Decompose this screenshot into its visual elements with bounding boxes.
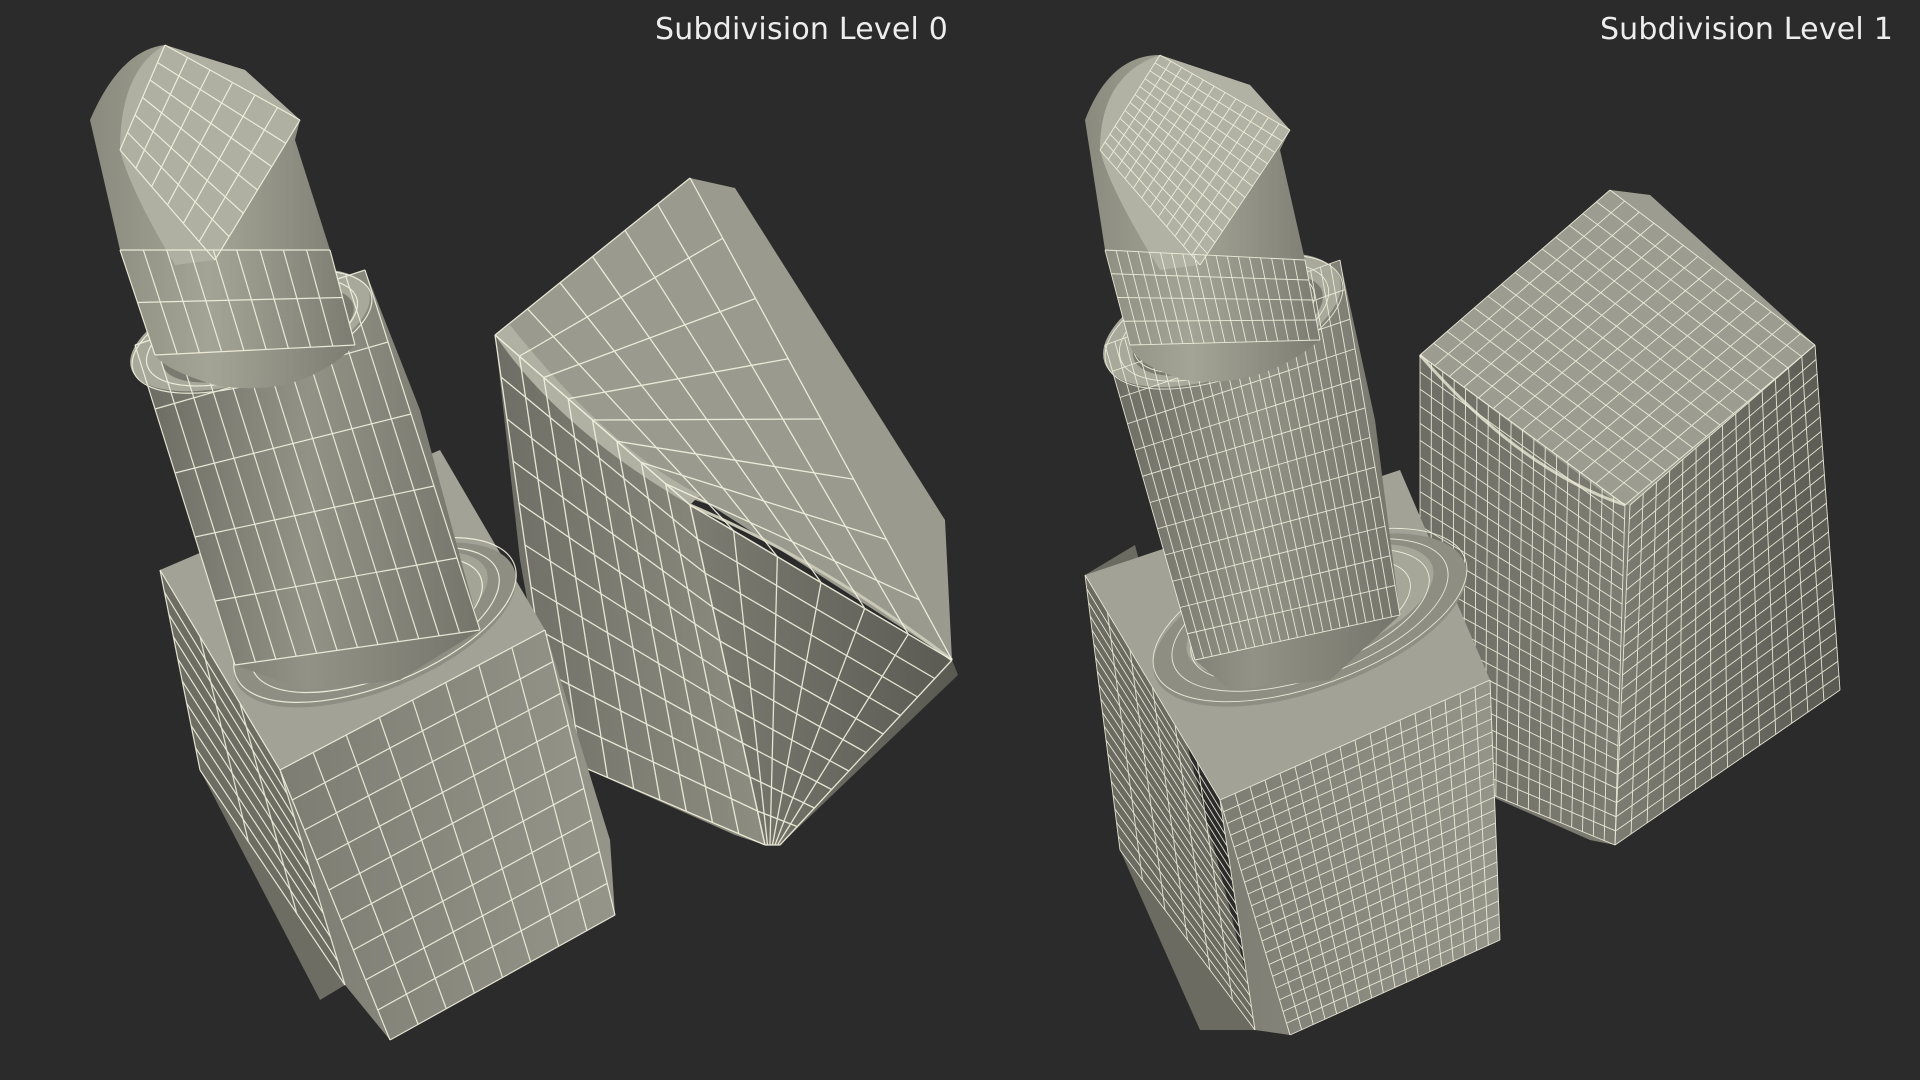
model-subdivision-level-0 (90, 44, 958, 1041)
lipstick-bullet-icon (90, 44, 356, 389)
scene-svg (90, 44, 1841, 1041)
panel-caption-left: Subdivision Level 0 (655, 12, 949, 47)
panel-caption-right: Subdivision Level 1 (1599, 12, 1893, 47)
model-subdivision-level-1 (1084, 54, 1841, 1036)
render-viewport: Subdivision Level 0 Subdivision Level 1 (0, 0, 1920, 1080)
